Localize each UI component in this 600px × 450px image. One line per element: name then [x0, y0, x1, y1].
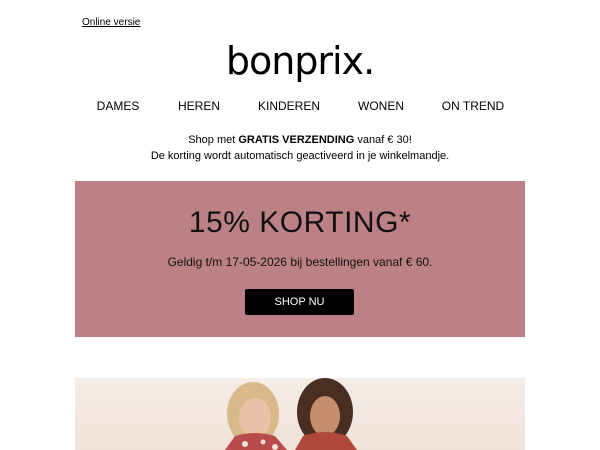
main-nav: DAMES HEREN KINDEREN WONEN ON TREND	[0, 99, 600, 115]
free-shipping-highlight: GRATIS VERZENDING	[238, 134, 355, 146]
hero-photo-illustration	[225, 378, 357, 450]
model-right	[295, 378, 357, 450]
nav-item-dames[interactable]: DAMES	[97, 99, 140, 113]
promo-subtitle: Geldig t/m 17-05-2026 bij bestellingen v…	[167, 255, 433, 269]
shop-now-button[interactable]: SHOP NU	[245, 289, 354, 315]
shipping-prefix: Shop met	[188, 134, 239, 146]
shipping-notice: Shop met GRATIS VERZENDING vanaf € 30! D…	[0, 132, 600, 164]
nav-item-kinderen[interactable]: KINDEREN	[258, 99, 320, 113]
shipping-line-2: De korting wordt automatisch geactiveerd…	[150, 150, 450, 162]
shipping-suffix: vanaf € 30!	[354, 134, 412, 146]
nav-item-wonen[interactable]: WONEN	[358, 99, 404, 113]
bonprix-logo[interactable]: bonprix.	[0, 38, 600, 84]
model-left	[225, 382, 287, 450]
shipping-line-1: Shop met GRATIS VERZENDING vanaf € 30!	[0, 132, 600, 148]
online-version-link[interactable]: Online versie	[82, 17, 140, 28]
hero-image[interactable]	[75, 378, 525, 450]
promo-banner: 15% KORTING* Geldig t/m 17-05-2026 bij b…	[75, 181, 525, 337]
nav-item-heren[interactable]: HEREN	[178, 99, 220, 113]
nav-item-on-trend[interactable]: ON TREND	[442, 99, 504, 113]
promo-title: 15% KORTING*	[188, 206, 412, 239]
